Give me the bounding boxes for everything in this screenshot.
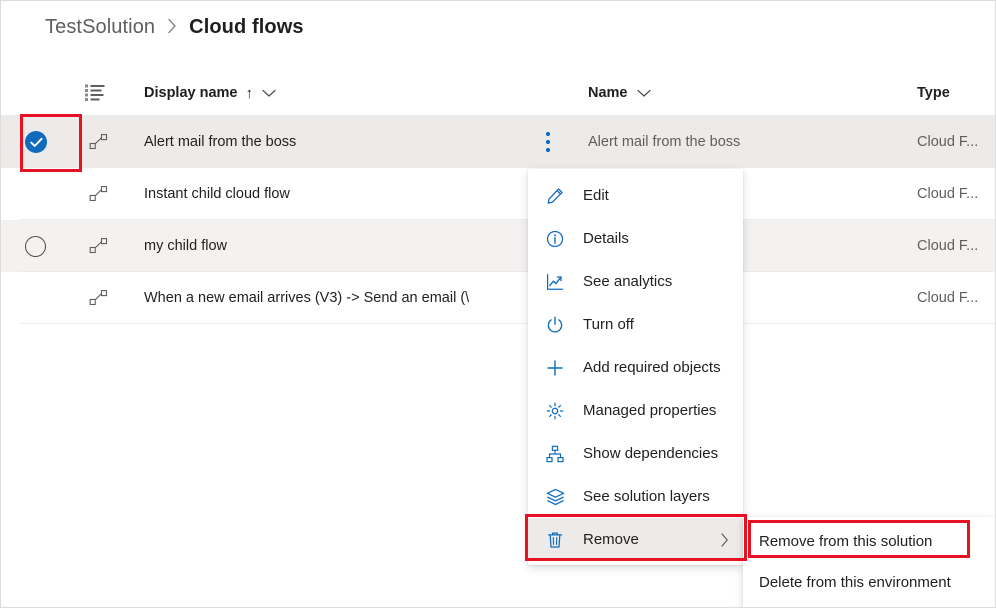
layers-icon [545,487,565,507]
hierarchy-icon [545,444,565,464]
trash-icon [545,530,565,550]
row-name: Alert mail from the boss [588,116,740,168]
breadcrumb: TestSolution Cloud flows [45,11,304,43]
menu-item-label: Add required objects [583,359,721,376]
checkbox-checked-icon[interactable] [25,131,47,153]
menu-item-remove[interactable]: Remove [528,518,743,561]
column-header-type-label: Type [917,85,950,101]
menu-item-label: See analytics [583,273,672,290]
breadcrumb-current-page: Cloud flows [189,16,303,39]
menu-item-label: Managed properties [583,402,716,419]
row-more-options-button[interactable] [535,116,561,168]
row-display-name[interactable]: Instant child cloud flow [144,168,290,220]
row-display-name[interactable]: my child flow [144,220,227,272]
column-header-display-name[interactable]: Display name ↑ [144,71,276,115]
chevron-right-icon [720,532,729,547]
menu-item-label: Turn off [583,316,634,333]
row-type: Cloud F... [917,272,978,324]
row-context-menu: Edit Details See analytics [528,169,743,565]
row-type: Cloud F... [917,116,978,168]
plus-icon [545,358,565,378]
remove-submenu: Remove from this solution Delete from th… [743,517,995,608]
cloud-flow-icon [89,168,117,220]
menu-item-add-required-objects[interactable]: Add required objects [528,346,743,389]
menu-item-see-solution-layers[interactable]: See solution layers [528,475,743,518]
sort-ascending-icon: ↑ [246,85,254,102]
breadcrumb-separator-icon [167,18,177,37]
checkbox-unchecked-icon[interactable] [25,236,46,257]
cloud-flows-page: TestSolution Cloud flows [0,0,996,608]
cloud-flow-icon [89,116,117,168]
row-type: Cloud F... [917,220,978,272]
menu-item-label: Show dependencies [583,445,718,462]
column-header-type[interactable]: Type [917,71,950,115]
column-header-display-name-label: Display name [144,85,238,101]
cloud-flows-grid: Display name ↑ Name Type [1,71,996,324]
row-checkbox[interactable] [25,116,73,168]
submenu-item-remove-from-solution[interactable]: Remove from this solution [743,521,995,562]
cloud-flow-icon [89,220,117,272]
menu-item-details[interactable]: Details [528,217,743,260]
row-display-name[interactable]: When a new email arrives (V3) -> Send an… [144,272,469,324]
menu-item-edit[interactable]: Edit [528,174,743,217]
table-row[interactable]: When a new email arrives (V3) -> Send an… [1,272,996,324]
menu-item-label: Remove [583,531,639,548]
row-checkbox[interactable] [25,220,73,272]
menu-item-see-analytics[interactable]: See analytics [528,260,743,303]
menu-item-label: See solution layers [583,488,710,505]
submenu-item-delete-from-environment[interactable]: Delete from this environment [743,562,995,603]
gear-icon [545,401,565,421]
grid-header-row: Display name ↑ Name Type [1,71,996,116]
column-header-name-label: Name [588,85,628,101]
row-divider [19,323,996,324]
row-type: Cloud F... [917,168,978,220]
menu-item-managed-properties[interactable]: Managed properties [528,389,743,432]
submenu-item-label: Remove from this solution [759,533,932,550]
column-header-name[interactable]: Name [588,71,651,115]
chart-line-icon [545,272,565,292]
menu-item-label: Edit [583,187,609,204]
menu-item-label: Details [583,230,629,247]
submenu-item-label: Delete from this environment [759,574,951,591]
info-circle-icon [545,229,565,249]
breadcrumb-parent-link[interactable]: TestSolution [45,16,155,39]
table-row[interactable]: my child flow Cloud F... [1,220,996,272]
list-view-icon[interactable] [85,71,105,115]
table-row[interactable]: Instant child cloud flow Cloud F... [1,168,996,220]
pencil-icon [545,186,565,206]
menu-item-show-dependencies[interactable]: Show dependencies [528,432,743,475]
chevron-down-icon[interactable] [262,89,276,98]
row-display-name[interactable]: Alert mail from the boss [144,116,296,168]
cloud-flow-icon [89,272,117,324]
chevron-down-icon[interactable] [637,89,651,98]
menu-item-turn-off[interactable]: Turn off [528,303,743,346]
power-icon [545,315,565,335]
table-row[interactable]: Alert mail from the boss Alert mail from… [1,116,996,168]
